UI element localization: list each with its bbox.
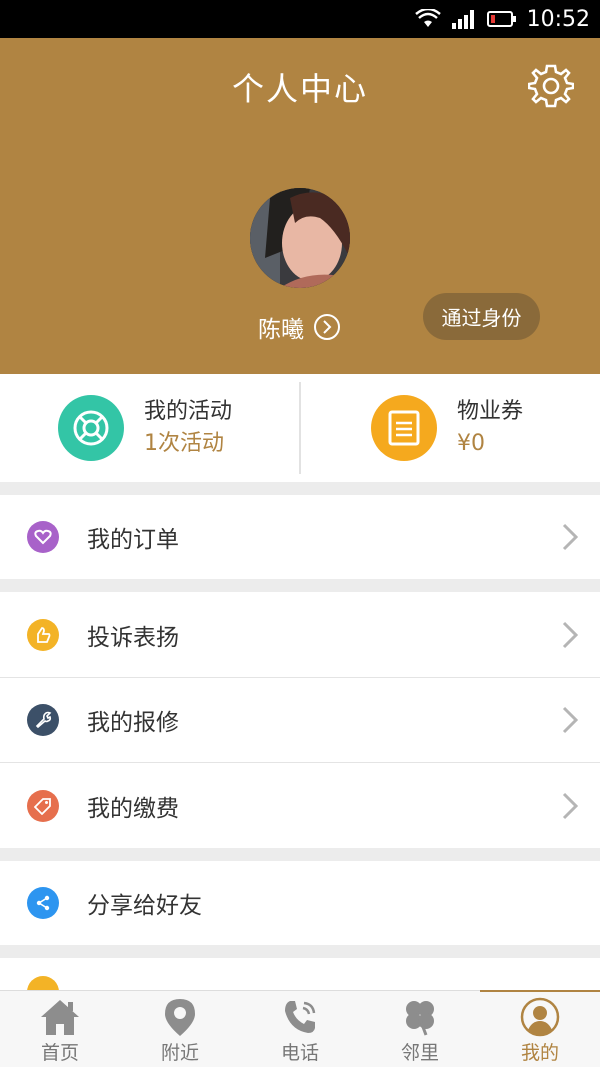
status-time: 10:52 (526, 6, 590, 32)
lifebuoy-icon (58, 395, 124, 461)
chevron-right-icon (562, 523, 578, 551)
tab-label: 附近 (160, 1042, 199, 1064)
chevron-right-icon (562, 706, 578, 734)
page-title: 个人中心 (231, 70, 368, 108)
menu-item-complaint[interactable]: 投诉表扬 (0, 592, 600, 677)
gear-icon (527, 64, 575, 108)
chevron-right-circle-icon (314, 314, 340, 340)
activity-value: 1次活动 (144, 431, 224, 456)
menu-item-share[interactable]: 分享给好友 (0, 861, 600, 945)
status-bar: 10:52 (0, 0, 600, 38)
menu-item-repair[interactable]: 我的报修 (0, 678, 600, 762)
settings-button[interactable] (527, 62, 575, 108)
tab-label: 我的 (520, 1042, 559, 1064)
tab-nearby[interactable]: 附近 (120, 991, 240, 1067)
tab-mine[interactable]: 我的 (480, 990, 600, 1067)
identity-verify-button[interactable]: 通过身份 (423, 293, 540, 340)
my-activity-card[interactable]: 我的活动 1次活动 (58, 374, 232, 482)
tab-home[interactable]: 首页 (0, 991, 120, 1067)
payment-label: 我的缴费 (87, 795, 179, 822)
user-icon (520, 997, 560, 1037)
tag-icon (27, 789, 59, 822)
tab-label: 电话 (280, 1042, 319, 1064)
orders-label: 我的订单 (87, 527, 179, 553)
phone-icon (285, 1001, 316, 1033)
clover-icon (406, 1001, 434, 1036)
stats-panel: 我的活动 1次活动 物业券 ¥0 (0, 374, 600, 482)
tab-label: 邻里 (400, 1042, 439, 1064)
coupon-value: ¥0 (457, 431, 485, 456)
complaint-label: 投诉表扬 (87, 624, 179, 651)
wifi-icon (414, 9, 441, 27)
heart-icon (27, 521, 59, 553)
share-label: 分享给好友 (87, 893, 202, 919)
username: 陈曦 (258, 317, 304, 343)
repair-label: 我的报修 (87, 710, 179, 736)
chevron-right-icon (562, 621, 578, 648)
activity-label: 我的活动 (144, 399, 233, 424)
avatar-photo (250, 188, 350, 288)
avatar[interactable] (250, 188, 350, 288)
coupon-card[interactable]: 物业券 ¥0 (371, 374, 523, 482)
document-icon (371, 395, 437, 461)
divider (299, 382, 301, 474)
share-icon (27, 887, 59, 919)
tab-label: 首页 (40, 1042, 79, 1064)
username-link[interactable]: 陈曦 (258, 310, 340, 344)
tab-phone[interactable]: 电话 (240, 991, 360, 1067)
profile-header: 个人中心 陈曦 通过身份 (0, 38, 600, 374)
signal-icon (451, 10, 474, 29)
thumbs-up-icon (27, 618, 59, 651)
menu-item-orders[interactable]: 我的订单 (0, 495, 600, 579)
location-pin-icon (165, 999, 195, 1036)
battery-icon (486, 11, 516, 27)
tab-neighbors[interactable]: 邻里 (360, 991, 480, 1067)
menu-item-partial[interactable] (0, 958, 600, 1008)
bottom-tab-bar: 首页 附近 电话 邻里 我的 (0, 990, 600, 1067)
home-icon (41, 1000, 79, 1035)
menu-item-payment[interactable]: 我的缴费 (0, 763, 600, 848)
chevron-right-icon (562, 792, 578, 819)
wrench-icon (27, 704, 59, 736)
coupon-label: 物业券 (457, 399, 524, 424)
